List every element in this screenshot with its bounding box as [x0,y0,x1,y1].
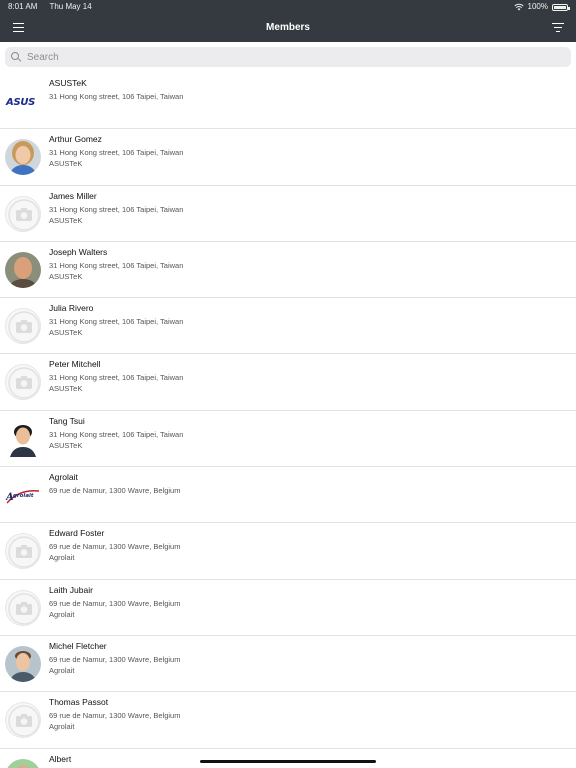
list-item[interactable]: ASUS ASUSTeK 31 Hong Kong street, 106 Ta… [0,73,576,130]
search-bar [0,42,576,70]
member-name: Edward Foster [49,528,105,539]
home-indicator [200,760,376,763]
list-item[interactable]: Julia Rivero 31 Hong Kong street, 106 Ta… [0,298,576,355]
member-address: 31 Hong Kong street, 106 Taipei, Taiwan [49,148,184,158]
member-name: Julia Rivero [49,303,94,314]
status-time: 8:01 AM [8,2,38,11]
avatar [5,758,41,768]
member-company: ASUSTeK [49,159,83,169]
member-name: Peter Mitchell [49,359,101,370]
member-name: Thomas Passot [49,697,109,708]
list-item[interactable]: Laith Jubair 69 rue de Namur, 1300 Wavre… [0,580,576,636]
member-company: Agrolait [49,665,75,675]
member-name: Tang Tsui [49,415,85,426]
member-address: 31 Hong Kong street, 106 Taipei, Taiwan [49,204,184,214]
member-company: Agrolait [49,553,75,563]
member-address: 69 rue de Namur, 1300 Wavre, Belgium [49,598,181,608]
search-field[interactable] [5,47,571,67]
list-item[interactable]: Tang Tsui 31 Hong Kong street, 106 Taipe… [0,411,576,468]
asus-logo-text: ASUS [5,97,35,108]
camera-icon [5,195,41,232]
member-company: Agrolait [49,609,75,619]
list-item[interactable]: James Miller 31 Hong Kong street, 106 Ta… [0,186,576,242]
member-name: Agrolait [49,472,78,483]
list-item[interactable]: Thomas Passot 69 rue de Namur, 1300 Wavr… [0,692,576,749]
filter-icon[interactable] [552,23,564,32]
camera-icon [5,702,41,739]
camera-icon [5,308,41,345]
member-address: 31 Hong Kong street, 106 Taipei, Taiwan [49,260,184,270]
member-name: Joseph Walters [49,246,108,257]
status-date: Thu May 14 [49,2,92,11]
member-name: Laith Jubair [49,584,93,595]
svg-text:grolait: grolait [13,493,34,499]
member-address: 69 rue de Namur, 1300 Wavre, Belgium [49,711,181,721]
member-company: ASUSTeK [49,215,83,225]
member-company: Agrolait [49,722,75,732]
member-address: 69 rue de Namur, 1300 Wavre, Belgium [49,654,181,664]
list-item[interactable]: Peter Mitchell 31 Hong Kong street, 106 … [0,354,576,411]
asus-logo-icon: ASUS [5,83,41,119]
wifi-icon [513,3,524,11]
agrolait-logo-icon: A grolait [5,477,41,513]
battery-percent: 100% [527,2,548,11]
search-icon [11,52,21,62]
avatar [5,645,41,682]
list-item[interactable]: Michel Fletcher 69 rue de Namur, 1300 Wa… [0,636,576,693]
members-list: ASUS ASUSTeK 31 Hong Kong street, 106 Ta… [0,73,576,768]
navigation-bar: Members [0,14,576,42]
member-company: ASUSTeK [49,271,83,281]
status-bar: 8:01 AM Thu May 14 100% [0,0,576,14]
list-item[interactable]: Albert [0,749,576,768]
member-name: Arthur Gomez [49,134,102,145]
camera-icon [5,533,41,570]
member-company: ASUSTeK [49,384,83,394]
member-name: ASUSTeK [49,78,87,88]
camera-icon [5,364,41,401]
member-address: 69 rue de Namur, 1300 Wavre, Belgium [49,542,181,552]
list-item[interactable]: Arthur Gomez 31 Hong Kong street, 106 Ta… [0,129,576,186]
camera-icon [5,589,41,626]
member-name: Albert [49,753,72,764]
member-name: James Miller [49,190,97,201]
member-address: 31 Hong Kong street, 106 Taipei, Taiwan [49,317,184,327]
search-input[interactable] [27,51,547,63]
avatar [5,139,41,176]
battery-icon [552,3,570,11]
list-item[interactable]: A grolait Agrolait 69 rue de Namur, 1300… [0,467,576,524]
member-address: 69 rue de Namur, 1300 Wavre, Belgium [49,486,181,496]
avatar [5,420,41,457]
member-company: ASUSTeK [49,328,83,338]
member-name: Michel Fletcher [49,640,107,651]
member-address: 31 Hong Kong street, 106 Taipei, Taiwan [49,373,184,383]
member-address: 31 Hong Kong street, 106 Taipei, Taiwan [49,429,184,439]
member-address: 31 Hong Kong street, 106 Taipei, Taiwan [49,92,184,101]
list-item[interactable]: Edward Foster 69 rue de Namur, 1300 Wavr… [0,523,576,580]
member-company: ASUSTeK [49,440,83,450]
avatar [5,251,41,288]
page-title: Members [266,22,310,33]
list-item[interactable]: Joseph Walters 31 Hong Kong street, 106 … [0,242,576,299]
